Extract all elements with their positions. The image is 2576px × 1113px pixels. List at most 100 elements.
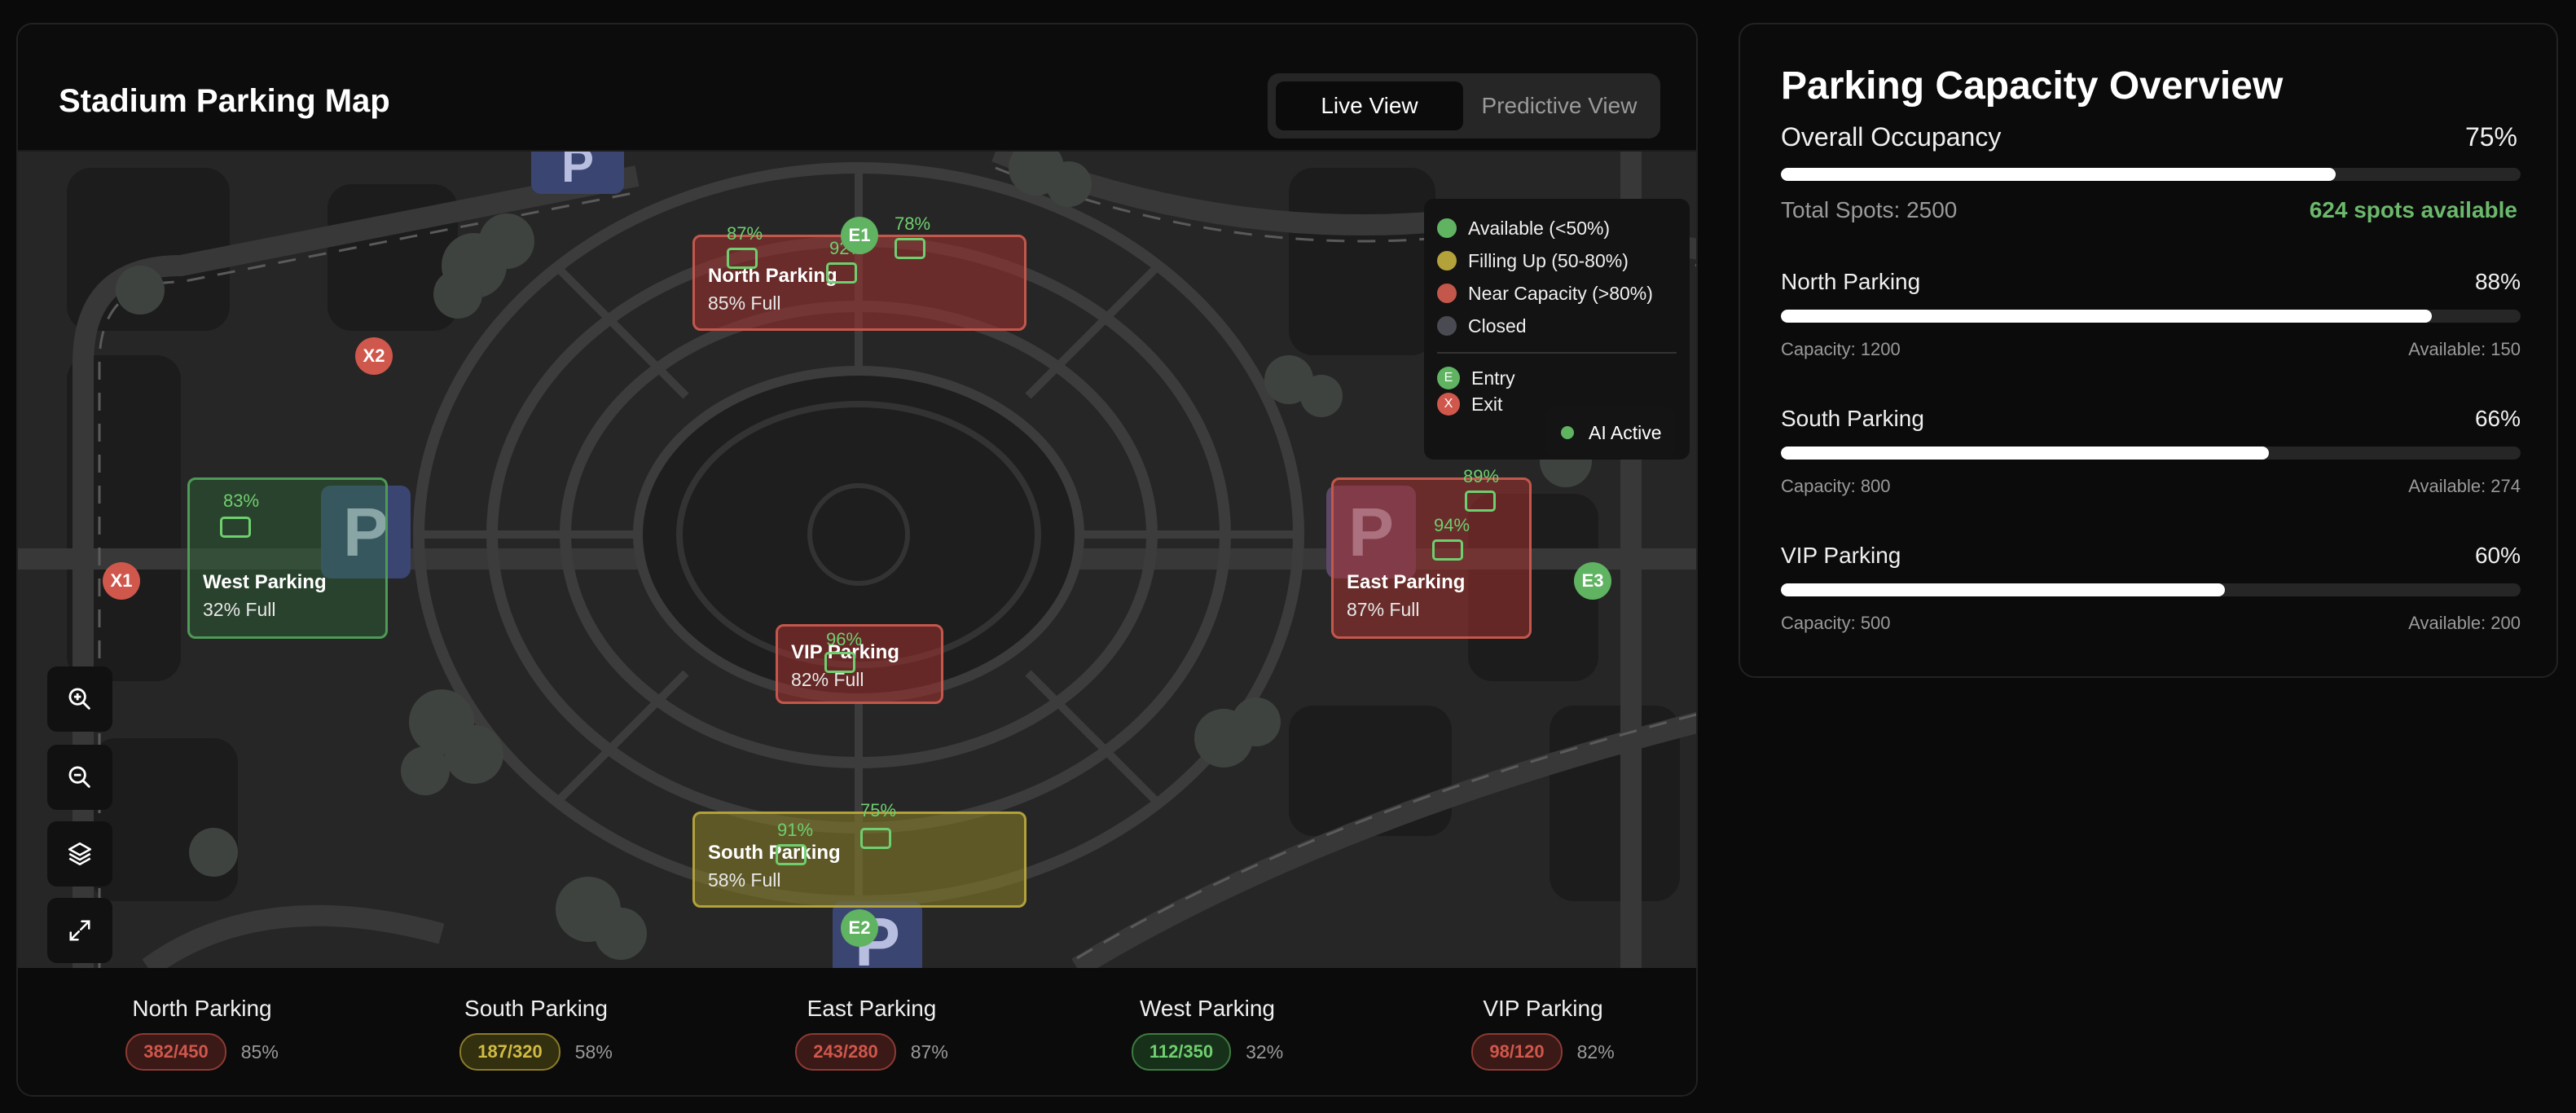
live-view-button[interactable]: Live View: [1276, 81, 1463, 130]
lot-capacity: Capacity: 500: [1781, 613, 1891, 633]
summary-percent: 32%: [1246, 1040, 1284, 1062]
legend-label: Closed: [1468, 315, 1527, 337]
legend-label: Exit: [1471, 393, 1503, 415]
fullscreen-icon: [69, 920, 90, 941]
parking-spot[interactable]: [824, 652, 855, 673]
map-canvas[interactable]: P P P P North Parking 85% Full 87% 92% 7…: [18, 152, 1696, 968]
summary-name: West Parking: [1140, 996, 1275, 1021]
exit-marker-x2[interactable]: X2: [355, 337, 393, 375]
lot-bar: [1781, 310, 2521, 323]
exit-icon: X: [1437, 393, 1460, 416]
entry-marker-e2[interactable]: E2: [841, 909, 878, 947]
legend-label: Filling Up (50-80%): [1468, 249, 1629, 271]
legend-closed: Closed: [1437, 310, 1677, 342]
zone-name: East Parking: [1347, 571, 1466, 593]
legend-label: Entry: [1471, 367, 1515, 389]
layers-button[interactable]: [47, 821, 112, 886]
zone-name: South Parking: [708, 842, 841, 864]
zoom-in-button[interactable]: [47, 666, 112, 732]
map-header: Stadium Parking Map Live View Predictive…: [18, 24, 1696, 152]
zoom-out-icon: [68, 766, 90, 788]
legend-near-capacity: Near Capacity (>80%): [1437, 277, 1677, 310]
zone-occupancy: 58% Full: [708, 869, 781, 891]
exit-marker-x1[interactable]: X1: [103, 562, 140, 600]
zone-name: West Parking: [203, 571, 327, 593]
spot-percent: 96%: [826, 629, 863, 649]
summary-percent: 82%: [1576, 1040, 1615, 1062]
lot-percent: 88%: [2474, 269, 2521, 294]
summary-percent: 85%: [240, 1040, 279, 1062]
lot-bar-fill: [1781, 583, 2225, 596]
lot-percent: 66%: [2474, 406, 2521, 431]
parking-spot[interactable]: [1432, 539, 1463, 561]
lot-north-parking: North Parking 88% Capacity: 1200 Availab…: [1781, 269, 2521, 373]
summary-name: VIP Parking: [1483, 996, 1603, 1021]
spot-percent: 83%: [223, 491, 260, 511]
spot-percent: 94%: [1434, 515, 1470, 535]
fullscreen-button[interactable]: [47, 898, 112, 963]
summary-east-parking[interactable]: East Parking 243/280 87%: [709, 968, 1035, 1095]
ai-status-label: AI Active: [1589, 421, 1662, 443]
summary-percent: 58%: [574, 1040, 613, 1062]
parking-spot[interactable]: [1465, 491, 1496, 512]
summary-vip-parking[interactable]: VIP Parking 98/120 82%: [1380, 968, 1696, 1095]
legend-divider: [1437, 352, 1677, 354]
spot-percent: 87%: [727, 223, 763, 244]
summary-count-badge: 112/350: [1131, 1033, 1232, 1071]
zone-occupancy: 82% Full: [791, 669, 864, 690]
lot-capacity: Capacity: 1200: [1781, 339, 1901, 359]
closed-dot-icon: [1437, 316, 1457, 336]
zoom-in-icon: [68, 688, 90, 710]
summary-north-parking[interactable]: North Parking 382/450 85%: [39, 968, 365, 1095]
spot-percent: 78%: [895, 213, 931, 234]
zone-occupancy: 85% Full: [708, 293, 781, 314]
summary-west-parking[interactable]: West Parking 112/350 32%: [1044, 968, 1370, 1095]
parking-spot[interactable]: [860, 828, 891, 849]
parking-spot[interactable]: [895, 238, 925, 259]
layers-icon: [68, 842, 92, 866]
parking-spot[interactable]: [220, 517, 251, 538]
stadium-map-card: Stadium Parking Map Live View Predictive…: [16, 23, 1698, 1097]
summary-south-parking[interactable]: South Parking 187/320 58%: [373, 968, 699, 1095]
summary-count-badge: 243/280: [795, 1033, 896, 1071]
parking-spot[interactable]: [727, 248, 758, 269]
total-spots: Total Spots: 2500: [1781, 197, 1958, 222]
capacity-overview-card: Parking Capacity Overview Overall Occupa…: [1739, 23, 2558, 678]
zone-west-parking[interactable]: West Parking 32% Full: [187, 477, 388, 639]
lot-capacity: Capacity: 800: [1781, 476, 1891, 496]
lot-bar-fill: [1781, 447, 2270, 460]
zone-east-parking[interactable]: East Parking 87% Full: [1331, 477, 1532, 639]
lot-bar: [1781, 583, 2521, 596]
zone-south-parking[interactable]: South Parking 58% Full: [692, 812, 1026, 908]
predictive-view-button[interactable]: Predictive View: [1466, 81, 1652, 130]
parking-spot[interactable]: [776, 844, 807, 865]
lot-bar: [1781, 447, 2521, 460]
ai-status-dot-icon: [1561, 426, 1574, 439]
summary-name: South Parking: [464, 996, 608, 1021]
summary-percent: 87%: [910, 1040, 948, 1062]
legend-label: Near Capacity (>80%): [1468, 282, 1653, 304]
view-toggle: Live View Predictive View: [1268, 73, 1660, 139]
legend-entry: E Entry: [1437, 365, 1677, 391]
lot-bar-fill: [1781, 310, 2433, 323]
ai-status-badge: AI Active: [1546, 407, 1675, 458]
lot-vip-parking: VIP Parking 60% Capacity: 500 Available:…: [1781, 543, 2521, 647]
entry-marker-e1[interactable]: E1: [841, 217, 878, 254]
lot-available: Available: 200: [2408, 613, 2521, 633]
near-capacity-dot-icon: [1437, 284, 1457, 303]
summary-count-badge: 382/450: [125, 1033, 226, 1071]
legend-label: Available (<50%): [1468, 217, 1611, 239]
zoom-out-button[interactable]: [47, 745, 112, 810]
available-dot-icon: [1437, 218, 1457, 238]
spots-available: 624 spots available: [2309, 197, 2517, 222]
overall-occupancy-bar: [1781, 168, 2521, 181]
parking-spot[interactable]: [826, 262, 857, 284]
overall-occupancy-label: Overall Occupancy: [1781, 122, 2002, 152]
overall-occupancy-fill: [1781, 168, 2336, 181]
lot-available: Available: 150: [2408, 339, 2521, 359]
summary-name: North Parking: [132, 996, 272, 1021]
legend-available: Available (<50%): [1437, 212, 1677, 244]
filling-dot-icon: [1437, 251, 1457, 271]
summary-name: East Parking: [807, 996, 937, 1021]
entry-marker-e3[interactable]: E3: [1574, 562, 1611, 600]
